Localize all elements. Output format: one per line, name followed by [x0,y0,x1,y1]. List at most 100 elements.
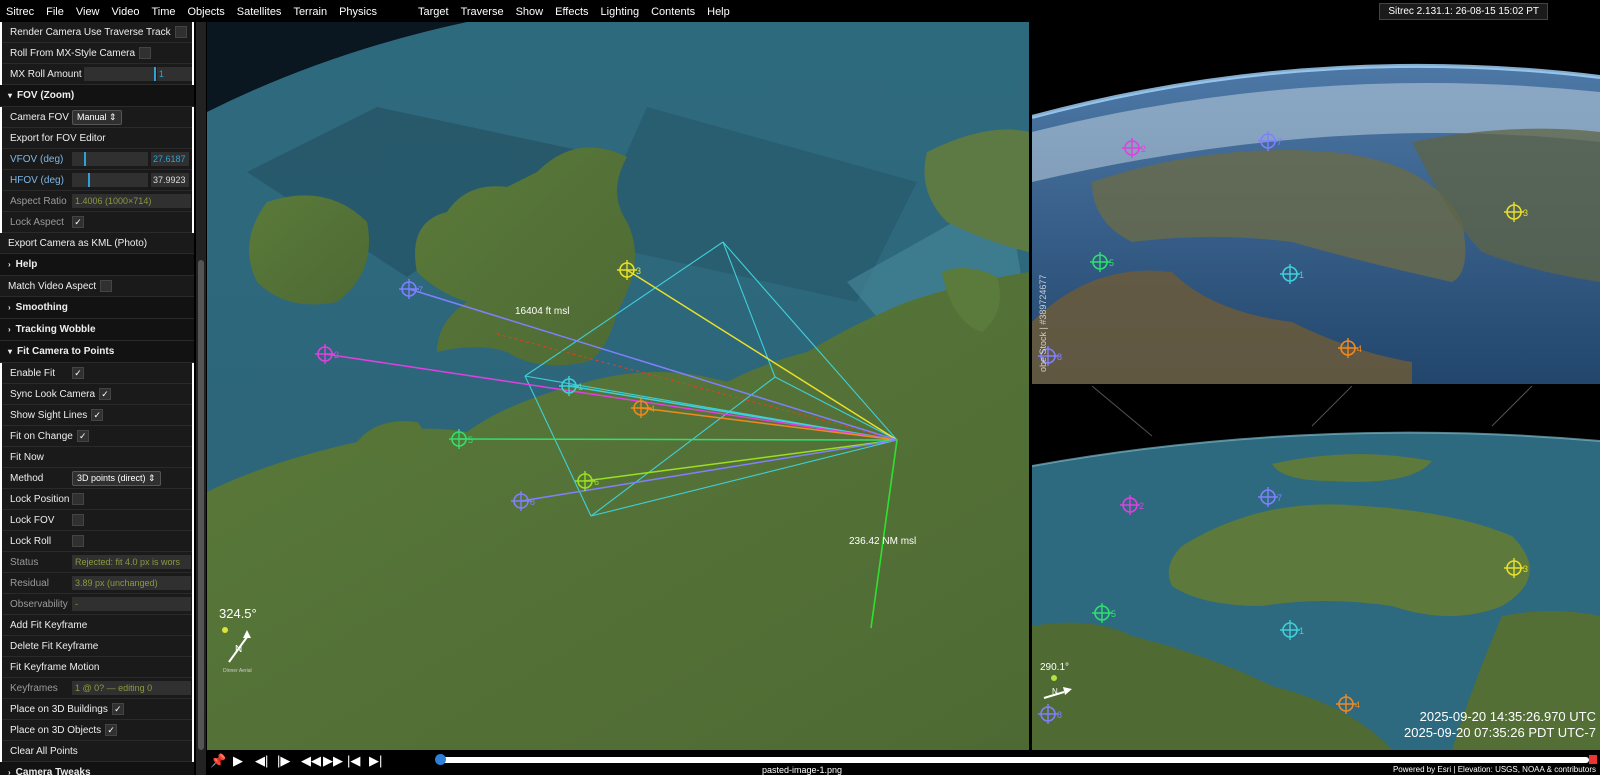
step-forward-icon[interactable]: |▶ [277,753,290,769]
show-sight-checkbox[interactable]: ✓ [91,409,104,421]
camera-fov-select[interactable]: Manual ⇕ [72,109,122,125]
target-marker-label: 7 [1277,493,1282,503]
export-kml-button[interactable]: Export Camera as KML (Photo) [0,233,194,254]
target-marker-label: 8 [1057,710,1062,720]
target-marker-label: 1 [578,382,583,392]
timeline-thumb[interactable] [435,754,446,765]
menu-physics[interactable]: Physics [333,0,383,24]
menu-video[interactable]: Video [106,0,146,24]
mx-roll-slider[interactable] [84,67,156,81]
place-buildings-row: Place on 3D Buildings ✓ [2,699,192,720]
target-marker-label: 5 [1111,609,1116,619]
target-marker-label: 8 [530,497,535,507]
pdt-timestamp: 2025-09-20 07:35:26 PDT UTC-7 [1404,725,1596,740]
fast-forward-icon[interactable]: ▶▶ [323,753,343,769]
hfov-value[interactable]: 37.9923 [151,173,189,187]
heading-readout: 324.5° [219,606,257,621]
compass-north: N [235,644,242,655]
menu-target[interactable]: Target [412,0,455,24]
menu-bar: Sitrec File View Video Time Objects Sate… [0,0,1600,24]
sync-look-checkbox[interactable]: ✓ [99,388,112,400]
lock-fov-checkbox[interactable] [72,514,84,526]
camera-tweaks-folder[interactable]: › Camera Tweaks [0,762,194,775]
target-marker-label: 7 [1277,137,1282,147]
sun-indicator-icon [222,627,228,633]
target-marker-label: 6 [594,477,599,487]
menu-lighting[interactable]: Lighting [595,0,646,24]
menu-help[interactable]: Help [701,0,736,24]
menu-objects[interactable]: Objects [182,0,231,24]
skip-start-icon[interactable]: |◀ [347,753,360,769]
place-buildings-checkbox[interactable]: ✓ [111,703,124,715]
map-credits: Powered by Esri | Elevation: USGS, NOAA … [1392,765,1596,774]
match-video-row[interactable]: Match Video Aspect [0,276,194,297]
menu-group-right: Target Traverse Show Effects Lighting Co… [412,0,736,24]
menu-traverse[interactable]: Traverse [455,0,510,24]
fov-group: Camera FOV Manual ⇕ Export for FOV Editor… [0,107,194,233]
menu-sitrec[interactable]: Sitrec [0,0,40,24]
tracking-wobble-folder[interactable]: › Tracking Wobble [0,319,194,341]
menu-terrain[interactable]: Terrain [287,0,333,24]
photo-scene: 1 2 3 4 5 7 8 obe Stock | #389724677 [1032,22,1600,384]
menu-file[interactable]: File [40,0,70,24]
lock-fov-row: Lock FOV [2,510,192,531]
menu-effects[interactable]: Effects [549,0,594,24]
fov-folder[interactable]: ▾ FOV (Zoom) [0,85,194,107]
place-objects-row: Place on 3D Objects ✓ [2,720,192,741]
render-traverse-row[interactable]: Render Camera Use Traverse Track [2,22,192,43]
chevron-right-icon: › [8,260,11,269]
clear-points-button[interactable]: Clear All Points [2,741,192,762]
vfov-value[interactable]: 27.6187 [151,152,189,166]
menu-contents[interactable]: Contents [645,0,701,24]
lock-roll-checkbox[interactable] [72,535,84,547]
step-back-icon[interactable]: ◀| [255,753,268,769]
pin-icon[interactable]: 📌 [210,753,226,769]
panel-scroll-thumb[interactable] [198,260,204,750]
target-marker-label: 5 [468,435,473,445]
lock-position-row: Lock Position [2,489,192,510]
target-marker-label: 8 [1057,352,1062,362]
keyframe-motion-button[interactable]: Fit Keyframe Motion [2,657,192,678]
timeline-end-marker [1589,755,1597,764]
lock-position-checkbox[interactable] [72,493,84,505]
delete-keyframe-button[interactable]: Delete Fit Keyframe [2,636,192,657]
timeline-slider[interactable] [439,757,1589,763]
menu-show[interactable]: Show [510,0,550,24]
main-3d-view[interactable]: 1 2 3 4 5 6 7 8 16404 ft msl 236.42 NM msl 324.… [207,22,1029,750]
enable-fit-checkbox[interactable]: ✓ [72,367,84,379]
roll-mx-row[interactable]: Roll From MX-Style Camera [2,43,192,64]
look-view[interactable]: 1 2 3 4 5 7 8 290.1° N 2025-09-20 14:35:26.970… [1032,386,1600,750]
fit-now-button[interactable]: Fit Now [2,447,192,468]
mx-roll-value[interactable]: 1 [156,67,192,81]
smoothing-folder[interactable]: › Smoothing [0,297,194,319]
aspect-row: Aspect Ratio 1.4006 (1000×714) [2,191,192,212]
rewind-icon[interactable]: ◀◀ [301,753,321,769]
menu-view[interactable]: View [70,0,106,24]
menu-satellites[interactable]: Satellites [231,0,288,24]
vfov-row: VFOV (deg) 27.6187 [2,149,192,170]
vfov-slider[interactable] [72,152,148,166]
help-folder[interactable]: › Help [0,254,194,276]
play-icon[interactable]: ▶ [233,753,243,769]
target-marker-label: 7 [418,285,423,295]
place-objects-checkbox[interactable]: ✓ [105,724,118,736]
fit-camera-folder[interactable]: ▾ Fit Camera to Points [0,341,194,363]
fit-change-checkbox[interactable]: ✓ [76,430,89,442]
roll-mx-checkbox[interactable] [139,47,152,59]
menu-time[interactable]: Time [145,0,181,24]
add-keyframe-button[interactable]: Add Fit Keyframe [2,615,192,636]
render-traverse-checkbox[interactable] [174,26,187,38]
skip-end-icon[interactable]: ▶| [369,753,382,769]
match-video-checkbox[interactable] [100,280,113,292]
chevron-right-icon: › [8,768,11,775]
land-ireland [249,195,369,305]
photo-view[interactable]: 1 2 3 4 5 7 8 obe Stock | #389724677 [1032,22,1600,384]
method-select[interactable]: 3D points (direct) ⇕ [72,470,161,486]
target-marker-label: 3 [1523,564,1528,574]
export-fov-button[interactable]: Export for FOV Editor [2,128,192,149]
lock-aspect-checkbox[interactable]: ✓ [72,216,84,228]
hfov-slider[interactable] [72,173,148,187]
keyframes-row: Keyframes 1 @ 0? — editing 0 [2,678,192,699]
target-marker-label: 2 [1141,144,1146,154]
look-compass-north: N [1052,687,1058,696]
